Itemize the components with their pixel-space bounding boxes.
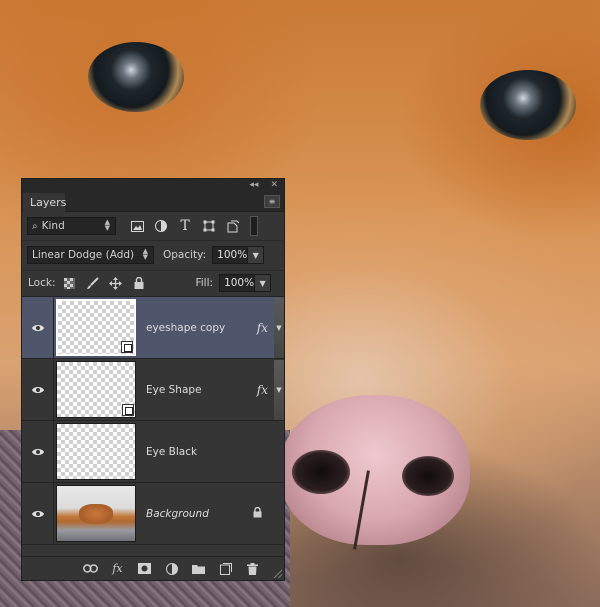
type-filter-icon[interactable]: T bbox=[178, 218, 192, 234]
expand-effects-icon[interactable]: ▼ bbox=[274, 359, 284, 420]
eye-icon bbox=[31, 448, 44, 455]
panel-title-bar[interactable]: ◂◂ ✕ bbox=[22, 179, 284, 191]
filter-kind-label: Kind bbox=[41, 220, 65, 232]
delete-layer-icon[interactable] bbox=[245, 562, 260, 576]
layer-row-eye-black[interactable]: Eye Black bbox=[22, 420, 284, 483]
lock-image-pixels-brush-icon[interactable] bbox=[86, 276, 100, 290]
blend-mode-dropdown[interactable]: Linear Dodge (Add) ▲ ▼ bbox=[27, 246, 154, 264]
add-mask-icon[interactable] bbox=[137, 562, 152, 576]
layer-filter-row: ⌕ Kind ▲ ▼ T bbox=[22, 212, 284, 240]
layer-name[interactable]: Eye Black bbox=[146, 446, 284, 458]
close-panel-icon[interactable]: ✕ bbox=[270, 179, 278, 191]
layer-thumbnail[interactable] bbox=[56, 423, 136, 480]
opacity-dropdown-icon[interactable]: ▼ bbox=[248, 246, 265, 264]
filter-toggle-switch[interactable] bbox=[250, 216, 258, 236]
expand-effects-icon[interactable]: ▼ bbox=[274, 297, 284, 358]
layer-thumbnail[interactable] bbox=[56, 485, 136, 542]
layers-list: eyeshape copy fx ▼ Eye Shape fx ▼ Eye Bl… bbox=[22, 296, 284, 556]
link-layers-icon[interactable] bbox=[83, 562, 98, 576]
layer-thumbnail[interactable] bbox=[56, 361, 136, 418]
layer-name[interactable]: eyeshape copy bbox=[146, 322, 257, 334]
visibility-toggle[interactable] bbox=[22, 296, 54, 359]
new-adjustment-layer-icon[interactable] bbox=[164, 562, 179, 576]
visibility-toggle[interactable] bbox=[22, 482, 54, 545]
shape-filter-icon[interactable] bbox=[202, 219, 216, 233]
visibility-toggle[interactable] bbox=[22, 420, 54, 483]
new-layer-icon[interactable] bbox=[218, 562, 233, 576]
dropdown-arrows-icon: ▲ ▼ bbox=[142, 247, 148, 261]
layers-bottom-bar: fx bbox=[22, 556, 284, 580]
shape-layer-badge-icon bbox=[121, 341, 133, 353]
collapse-panel-icon[interactable]: ◂◂ bbox=[249, 179, 258, 191]
fill-label: Fill: bbox=[195, 277, 214, 289]
eye-icon bbox=[31, 324, 44, 331]
layer-thumbnail[interactable] bbox=[56, 299, 136, 356]
add-layer-style-icon[interactable]: fx bbox=[110, 562, 125, 576]
dog-right-eye bbox=[480, 70, 576, 140]
opacity-input[interactable]: 100% bbox=[212, 246, 249, 264]
layer-lock-icon bbox=[253, 506, 262, 521]
layer-name[interactable]: Background bbox=[146, 508, 253, 520]
fill-dropdown-icon[interactable]: ▼ bbox=[255, 274, 272, 292]
dog-left-nostril bbox=[292, 450, 350, 494]
adjustment-filter-icon[interactable] bbox=[154, 219, 168, 233]
fill-input[interactable]: 100% bbox=[219, 274, 256, 292]
dog-thumbnail-image bbox=[79, 504, 113, 524]
lock-label: Lock: bbox=[28, 277, 56, 289]
dog-right-nostril bbox=[402, 456, 454, 496]
layer-row-eye-shape[interactable]: Eye Shape fx ▼ bbox=[22, 358, 284, 421]
layer-effects-icon[interactable]: fx bbox=[257, 321, 268, 335]
smart-object-filter-icon[interactable] bbox=[226, 219, 240, 233]
blend-row: Linear Dodge (Add) ▲ ▼ Opacity: 100% ▼ bbox=[22, 240, 284, 270]
dog-left-eye bbox=[88, 42, 184, 112]
blend-mode-value: Linear Dodge (Add) bbox=[32, 249, 135, 261]
lock-transparent-pixels-icon[interactable] bbox=[63, 277, 76, 290]
eye-icon bbox=[31, 386, 44, 393]
layers-panel: ◂◂ ✕ Layers ≡ ⌕ Kind ▲ ▼ T Linear Dodge … bbox=[21, 178, 285, 581]
layer-row-eyeshape-copy[interactable]: eyeshape copy fx ▼ bbox=[22, 296, 284, 359]
tab-layers[interactable]: Layers bbox=[23, 193, 66, 213]
lock-row: Lock: Fill: 100% ▼ bbox=[22, 270, 284, 296]
shape-layer-badge-icon bbox=[122, 404, 134, 416]
layer-row-background[interactable]: Background bbox=[22, 482, 284, 545]
lock-all-icon[interactable] bbox=[132, 277, 145, 290]
filter-kind-dropdown[interactable]: ⌕ Kind ▲ ▼ bbox=[27, 217, 116, 235]
visibility-toggle[interactable] bbox=[22, 358, 54, 421]
panel-tab-bar: Layers ≡ bbox=[22, 191, 284, 213]
lock-position-move-icon[interactable] bbox=[109, 276, 123, 290]
resize-grip[interactable] bbox=[273, 569, 282, 578]
search-icon: ⌕ bbox=[32, 220, 38, 232]
opacity-label: Opacity: bbox=[163, 249, 207, 261]
layer-effects-icon[interactable]: fx bbox=[257, 383, 268, 397]
new-group-icon[interactable] bbox=[191, 562, 206, 576]
image-filter-icon[interactable] bbox=[130, 219, 144, 233]
layer-name[interactable]: Eye Shape bbox=[146, 384, 257, 396]
eye-icon bbox=[31, 510, 44, 517]
dropdown-arrows-icon: ▲ ▼ bbox=[104, 218, 110, 232]
panel-menu-icon[interactable]: ≡ bbox=[264, 195, 280, 208]
